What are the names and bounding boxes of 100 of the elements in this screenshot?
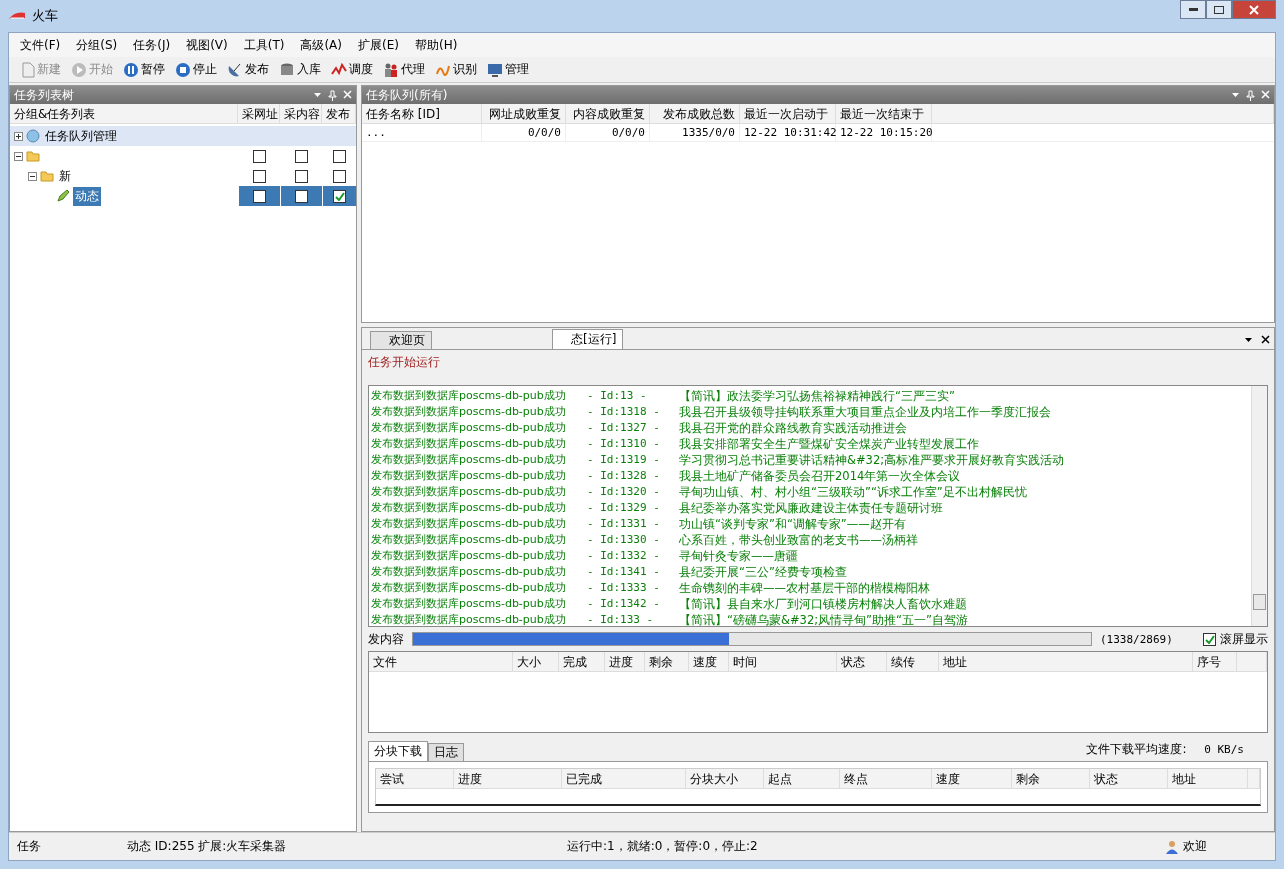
column-header[interactable]: 内容成败重复 xyxy=(566,104,650,124)
log-id: - Id:1320 - xyxy=(586,484,661,500)
log-source: 发布数据到数据库poscms-db-pub成功 xyxy=(371,596,567,612)
status-text: 任务 xyxy=(17,838,42,855)
pin-icon[interactable] xyxy=(328,89,337,101)
menu-item[interactable]: 工具(T) xyxy=(236,36,294,54)
checkbox[interactable] xyxy=(333,189,346,203)
checkbox[interactable] xyxy=(333,169,346,183)
folder-icon xyxy=(40,170,54,182)
column-header[interactable]: 发布 xyxy=(322,104,356,124)
checkbox[interactable] xyxy=(295,189,308,203)
column-header[interactable]: 采网址 xyxy=(238,104,280,124)
toolbar-button[interactable]: 暂停 xyxy=(121,61,167,78)
toolbar-button[interactable]: 识别 xyxy=(433,61,479,78)
toolbar-button[interactable]: 发布 xyxy=(225,61,271,78)
dropdown-icon[interactable] xyxy=(1244,335,1253,344)
toolbar-button[interactable]: 调度 xyxy=(329,61,375,78)
tab[interactable]: 分块下载 xyxy=(368,741,428,761)
menu-item[interactable]: 分组(S) xyxy=(69,36,127,54)
column-header[interactable]: 已完成 xyxy=(562,769,686,789)
tab[interactable]: 欢迎页 xyxy=(370,331,432,349)
log-source: 发布数据到数据库poscms-db-pub成功 xyxy=(371,452,567,468)
tree-item[interactable]: 动态 xyxy=(73,186,101,206)
toolbar-button[interactable]: 代理 xyxy=(381,61,427,78)
progress-reading: (1338/2869) xyxy=(1100,632,1173,646)
column-header[interactable]: 进度 xyxy=(454,769,562,789)
log-source: 发布数据到数据库poscms-db-pub成功 xyxy=(371,436,567,452)
toolbar-button[interactable]: 停止 xyxy=(173,61,219,78)
column-header[interactable]: 最近一次结束于 xyxy=(836,104,932,124)
column-header[interactable]: 尝试 xyxy=(376,769,454,789)
log-title: 功山镇“谈判专家”和“调解专家”——赵开有 xyxy=(679,516,906,532)
tab[interactable]: 态[运行] xyxy=(552,329,624,349)
column-header[interactable]: 终点 xyxy=(840,769,932,789)
expander-icon[interactable] xyxy=(14,131,23,141)
checkbox[interactable] xyxy=(295,169,308,183)
checkbox[interactable] xyxy=(253,189,266,203)
log-title: 【简讯】政法委学习弘扬焦裕禄精神践行“三严三实” xyxy=(679,388,955,404)
log-id: - Id:13 - xyxy=(586,388,648,404)
log-title: 学习贯彻习总书记重要讲话精神&#32;高标准严要求开展好教育实践活动 xyxy=(679,452,1065,468)
column-header[interactable]: 任务名称 [ID] xyxy=(362,104,482,124)
menu-item[interactable]: 任务(J) xyxy=(126,36,180,54)
column-header[interactable]: 最近一次启动于 xyxy=(740,104,836,124)
column-header[interactable]: 分组&任务列表 xyxy=(10,104,238,124)
column-header[interactable]: 网址成败重复 xyxy=(482,104,566,124)
column-header[interactable]: 分块大小 xyxy=(686,769,764,789)
column-header[interactable]: 序号 xyxy=(1193,652,1237,672)
menu-item[interactable]: 帮助(H) xyxy=(407,36,467,54)
status-message: 任务开始运行 xyxy=(367,354,441,371)
toolbar-button[interactable]: 入库 xyxy=(277,61,323,78)
speed-value: 0 KB/s xyxy=(1204,742,1244,756)
column-header[interactable]: 剩余 xyxy=(645,652,689,672)
column-header[interactable]: 剩余 xyxy=(1012,769,1090,789)
log-source: 发布数据到数据库poscms-db-pub成功 xyxy=(371,420,567,436)
column-header[interactable]: 状态 xyxy=(1090,769,1168,789)
tab[interactable]: 日志 xyxy=(428,743,464,761)
log-source: 发布数据到数据库poscms-db-pub成功 xyxy=(371,388,567,404)
toolbar-button[interactable]: 管理 xyxy=(485,61,531,78)
log-title: 【简讯】“磅礴乌蒙&#32;风情寻甸”助推“五一”自驾游 xyxy=(679,612,968,626)
log-source: 发布数据到数据库poscms-db-pub成功 xyxy=(371,468,567,484)
column-header[interactable]: 大小 xyxy=(513,652,559,672)
column-header[interactable]: 状态 xyxy=(837,652,887,672)
log-title: 县纪委开展“三公”经费专项检查 xyxy=(679,564,847,580)
checkbox[interactable] xyxy=(295,149,308,163)
column-header[interactable]: 完成 xyxy=(559,652,605,672)
minimize-button[interactable] xyxy=(1180,0,1206,19)
column-header[interactable]: 起点 xyxy=(764,769,840,789)
column-header[interactable]: 速度 xyxy=(689,652,729,672)
menu-item[interactable]: 视图(V) xyxy=(179,36,237,54)
expander-icon[interactable] xyxy=(28,171,37,181)
checkbox[interactable] xyxy=(333,149,346,163)
log-source: 发布数据到数据库poscms-db-pub成功 xyxy=(371,404,567,420)
scrollbar[interactable] xyxy=(1251,386,1267,626)
checkbox[interactable] xyxy=(253,149,266,163)
column-header[interactable]: 地址 xyxy=(1168,769,1248,789)
log-source: 发布数据到数据库poscms-db-pub成功 xyxy=(371,580,567,596)
column-header[interactable]: 时间 xyxy=(729,652,837,672)
column-header[interactable]: 地址 xyxy=(939,652,1193,672)
menu-item[interactable]: 高级(A) xyxy=(293,36,351,54)
maximize-button[interactable] xyxy=(1206,0,1232,19)
column-header[interactable]: 发布成败总数 xyxy=(650,104,740,124)
close-icon[interactable] xyxy=(1261,335,1270,344)
column-header[interactable]: 进度 xyxy=(605,652,645,672)
pin-icon[interactable] xyxy=(1246,89,1255,101)
column-header[interactable]: 速度 xyxy=(932,769,1012,789)
close-button[interactable] xyxy=(1232,0,1276,19)
log-title: 我县安排部署安全生产暨煤矿安全煤炭产业转型发展工作 xyxy=(679,436,979,452)
menu-item[interactable]: 文件(F) xyxy=(13,36,70,54)
column-header[interactable]: 文件 xyxy=(369,652,513,672)
maximize-icon xyxy=(1214,5,1224,14)
log-id: - Id:1318 - xyxy=(586,404,661,420)
tree-item[interactable]: 新 xyxy=(57,166,73,186)
checkbox[interactable] xyxy=(253,169,266,183)
panel-title: 任务列表树 xyxy=(14,86,74,104)
checkbox[interactable] xyxy=(1203,632,1216,646)
column-header[interactable]: 采内容 xyxy=(280,104,322,124)
status-text: 欢迎 xyxy=(1183,838,1207,855)
menu-item[interactable]: 扩展(E) xyxy=(351,36,408,54)
log-source: 发布数据到数据库poscms-db-pub成功 xyxy=(371,516,567,532)
expander-icon[interactable] xyxy=(14,151,23,161)
column-header[interactable]: 续传 xyxy=(887,652,939,672)
